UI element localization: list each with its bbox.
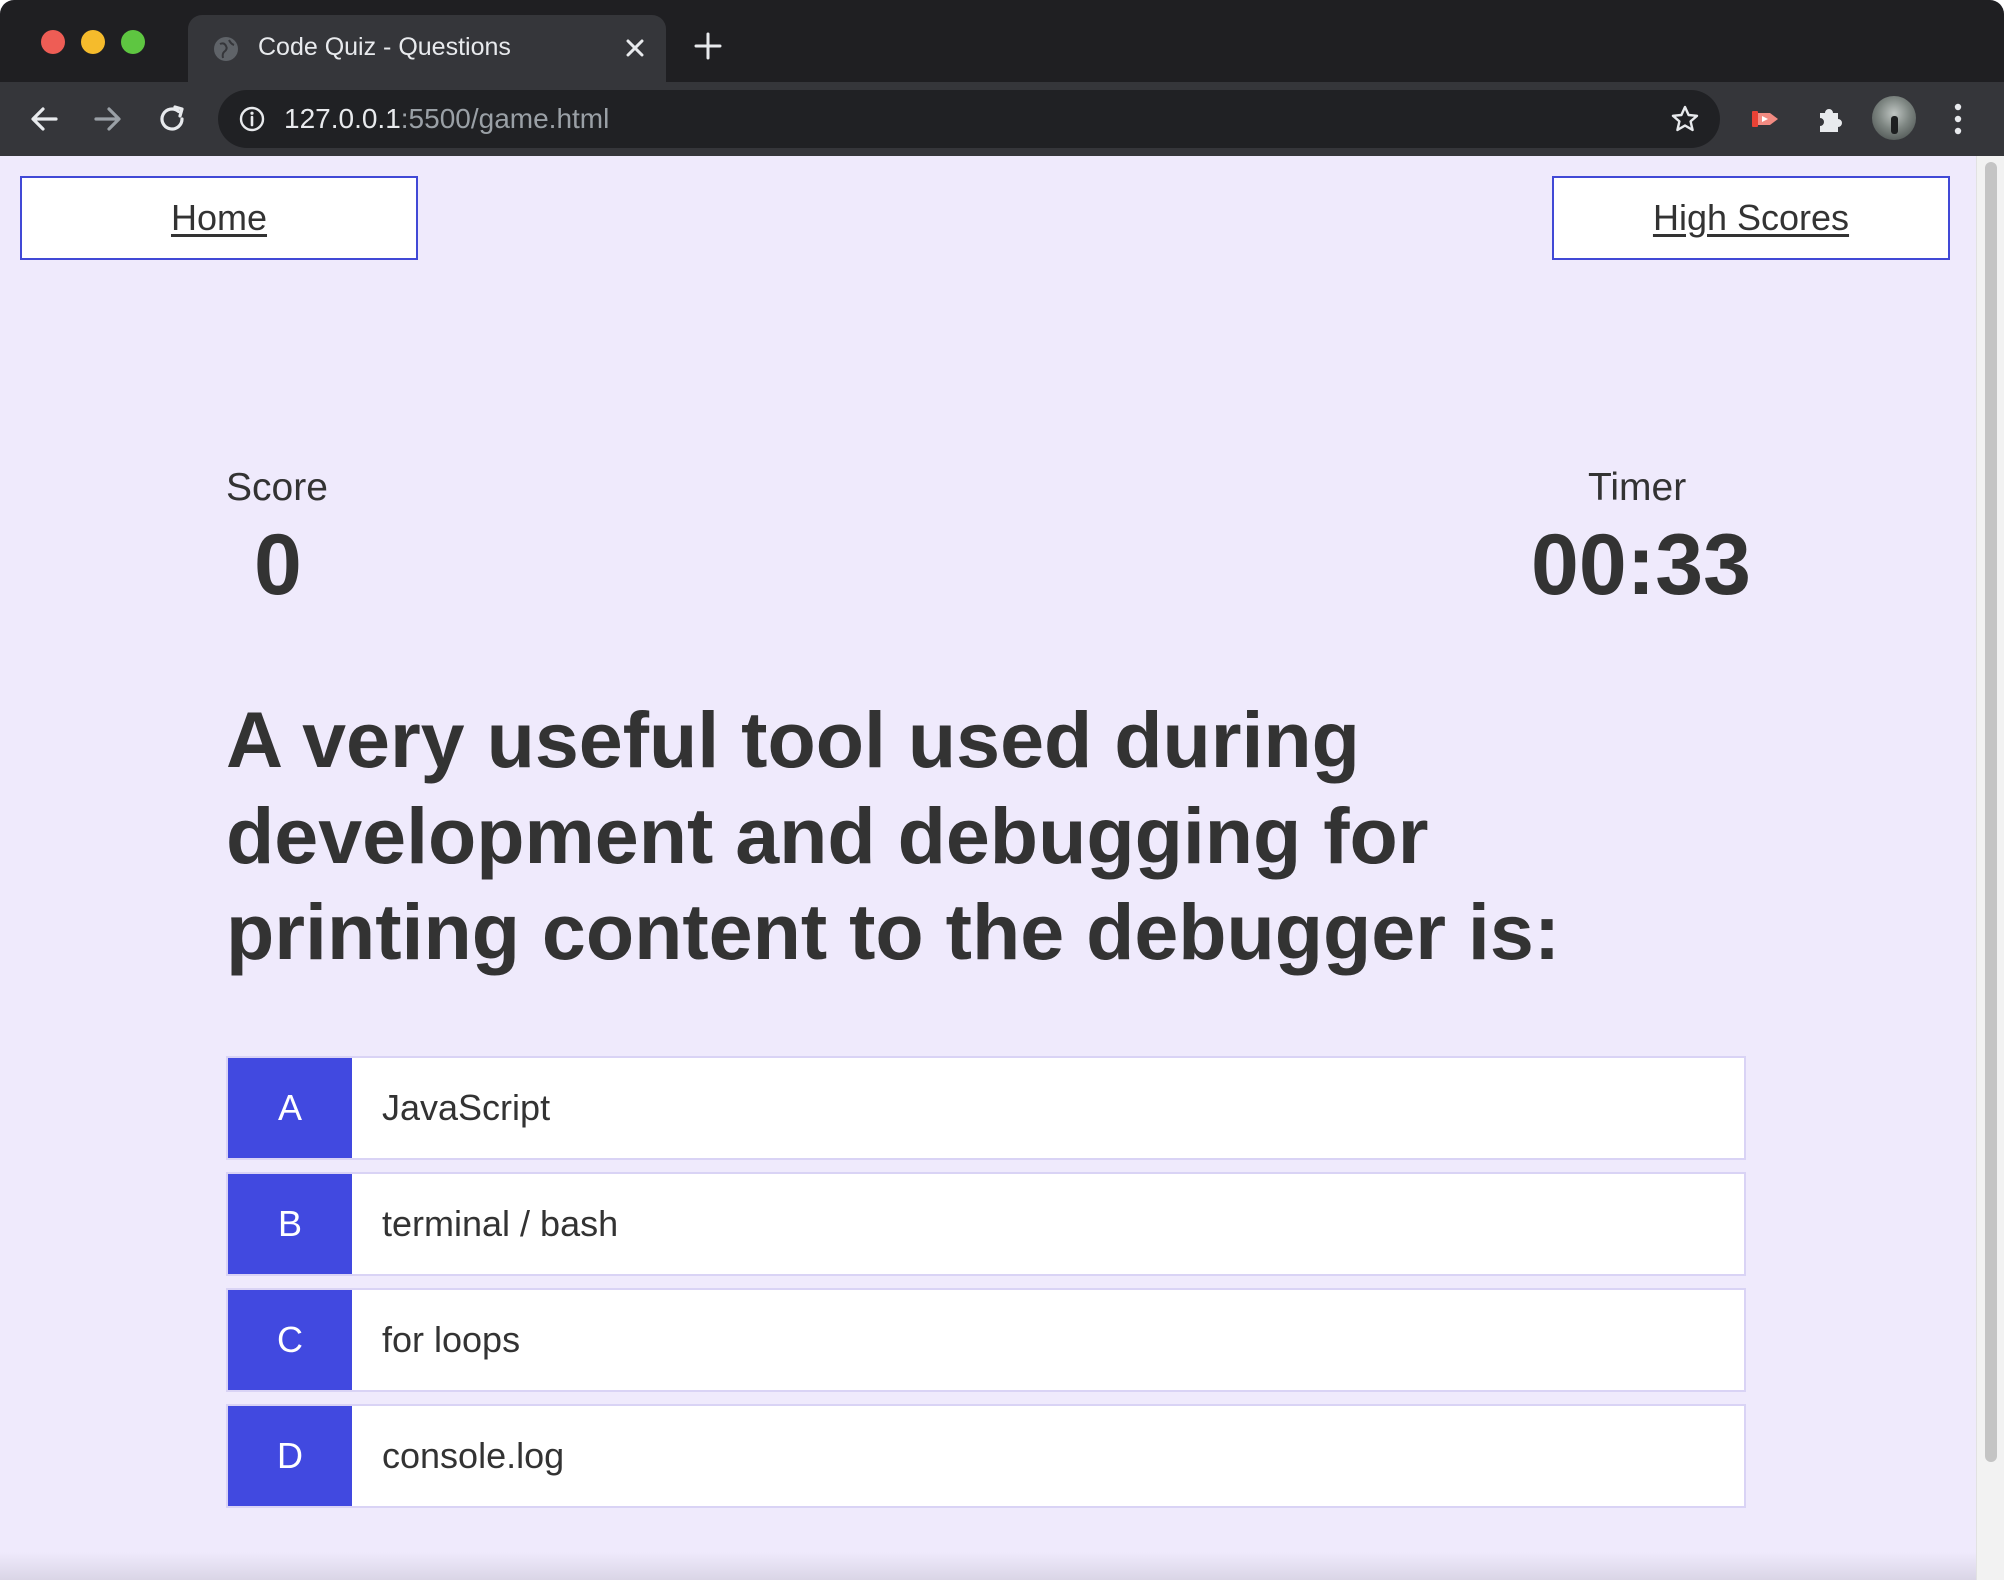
score-label: Score [226,466,328,509]
choice-prefix: B [228,1174,352,1274]
browser-toolbar: 127.0.0.1:5500/game.html [0,82,2004,156]
reload-icon[interactable] [154,101,190,137]
browser-window: Code Quiz - Questions 127.0.0.1:5500/gam… [0,0,2004,1580]
timer-value: 00:33 [1531,517,1751,613]
choice-prefix: C [228,1290,352,1390]
scrollbar-thumb[interactable] [1985,162,1997,1462]
kebab-menu-icon[interactable] [1952,100,1964,138]
choice-a[interactable]: A JavaScript [226,1056,1746,1160]
scrollbar[interactable] [1976,156,2004,1580]
url-host: 127.0.0.1 [284,103,401,134]
choice-text: JavaScript [382,1087,551,1128]
choice-text: for loops [382,1319,521,1360]
tab-code-quiz[interactable]: Code Quiz - Questions [188,15,666,82]
home-button[interactable]: Home [20,176,418,260]
avatar[interactable] [1872,96,1916,140]
zoom-window-button[interactable] [121,30,145,54]
puzzle-icon[interactable] [1812,101,1848,137]
info-icon[interactable] [238,105,266,133]
choice-d[interactable]: D console.log [226,1404,1746,1508]
avatar-figure [1891,116,1898,134]
close-icon[interactable] [620,33,650,63]
choice-c[interactable]: C for loops [226,1288,1746,1392]
high-scores-button[interactable]: High Scores [1552,176,1950,260]
plus-icon[interactable] [692,30,724,62]
minimize-window-button[interactable] [81,30,105,54]
url-text: 127.0.0.1:5500/game.html [284,103,609,135]
arrow-left-icon[interactable] [26,101,62,137]
page-bottom-shadow [0,1552,1976,1580]
globe-icon [214,37,238,61]
tab-strip: Code Quiz - Questions [0,0,2004,82]
url-path: :5500/game.html [400,103,610,134]
cast-extension-icon[interactable] [1748,101,1784,137]
address-bar[interactable]: 127.0.0.1:5500/game.html [218,90,1720,148]
choice-b[interactable]: B terminal / bash [226,1172,1746,1276]
score-value: 0 [254,517,302,613]
choice-prefix: A [228,1058,352,1158]
choice-list: A JavaScript B terminal / bash C for loo… [226,1056,1746,1520]
star-icon[interactable] [1670,104,1700,134]
tab-title: Code Quiz - Questions [258,33,511,61]
choice-text: terminal / bash [382,1203,619,1244]
close-window-button[interactable] [41,30,65,54]
choice-prefix: D [228,1406,352,1506]
question-text: A very useful tool used during developme… [226,695,1561,976]
arrow-right-icon[interactable] [90,101,126,137]
timer-label: Timer [1588,466,1687,509]
choice-text: console.log [382,1435,565,1476]
page-viewport: Home High Scores Score 0 Timer 00:33 A v… [0,156,1976,1580]
